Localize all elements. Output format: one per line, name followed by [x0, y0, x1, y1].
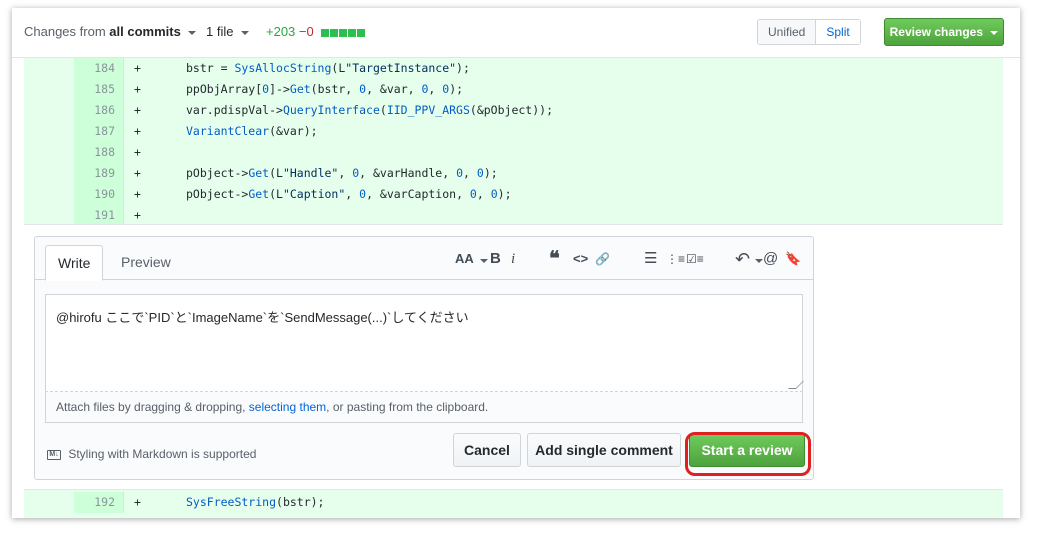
- diff-sign: +: [134, 166, 141, 180]
- diff-line: 191 +: [24, 205, 1003, 226]
- changes-from-dropdown[interactable]: Changes from all commits: [24, 24, 197, 39]
- header-icon[interactable]: AA: [455, 249, 474, 269]
- tab-preview[interactable]: Preview: [109, 245, 183, 281]
- diff-line: 190 + pObject->Get(L"Caption", 0, &varCa…: [24, 184, 1003, 205]
- code-icon[interactable]: <>: [573, 249, 588, 269]
- line-number[interactable]: 185: [74, 79, 124, 100]
- bold-icon[interactable]: B: [490, 249, 501, 269]
- bookmark-icon[interactable]: 🔖: [785, 249, 801, 269]
- code-line: bstr = SysAllocString(L"TargetInstance")…: [186, 61, 470, 75]
- diff-sign: +: [134, 82, 141, 96]
- unified-view-button[interactable]: Unified: [758, 20, 817, 44]
- files-count: 1 file: [206, 24, 234, 39]
- attach-text-suffix: , or pasting from the clipboard.: [326, 400, 489, 414]
- diff-line: 188 +: [24, 142, 1003, 163]
- markdown-note-label: Styling with Markdown is supported: [68, 447, 257, 461]
- select-files-link[interactable]: selecting them: [249, 400, 326, 414]
- markdown-note[interactable]: M↓ Styling with Markdown is supported: [47, 447, 256, 461]
- mention-icon[interactable]: @: [763, 249, 778, 269]
- diff-hunk-bottom: 192 + SysFreeString(bstr);: [24, 490, 1003, 518]
- line-number[interactable]: 191: [74, 205, 124, 226]
- diff-toolbar: Changes from all commits 1 file +203 −0 …: [12, 8, 1020, 58]
- resize-handle-icon[interactable]: [788, 381, 804, 389]
- inline-comment-row: Write Preview AA B i ❝ <> 🔗 ☰ ⋮≡ ☑≡ ↶ @ …: [24, 224, 1003, 490]
- code-line: pObject->Get(L"Caption", 0, &varCaption,…: [186, 187, 512, 201]
- diff-line: 186 + var.pdispVal->QueryInterface(IID_P…: [24, 100, 1003, 121]
- annotation-highlight: [685, 432, 811, 476]
- line-number[interactable]: 189: [74, 163, 124, 184]
- files-dropdown[interactable]: 1 file: [206, 24, 250, 39]
- review-changes-button[interactable]: Review changes: [884, 18, 1004, 46]
- additions-count: +203: [266, 24, 296, 39]
- chevron-down-icon: [480, 259, 488, 264]
- italic-icon[interactable]: i: [511, 249, 515, 269]
- line-number[interactable]: 192: [74, 492, 124, 513]
- markdown-icon: M↓: [47, 449, 61, 460]
- link-icon[interactable]: 🔗: [595, 249, 610, 269]
- diffstat: +203 −0: [266, 24, 366, 40]
- changes-from-label: Changes from: [24, 24, 106, 39]
- task-list-icon[interactable]: ☑≡: [686, 249, 704, 269]
- diff-line: 187 + VariantClear(&var);: [24, 121, 1003, 142]
- comment-textarea[interactable]: @hirofu ここで`PID`と`ImageName`を`SendMessag…: [45, 294, 804, 392]
- unordered-list-icon[interactable]: ☰: [644, 249, 657, 269]
- line-number[interactable]: 184: [74, 58, 124, 79]
- attach-text: Attach files by dragging & dropping,: [56, 400, 249, 414]
- tab-write[interactable]: Write: [45, 245, 104, 281]
- line-number[interactable]: 186: [74, 100, 124, 121]
- diff-sign: +: [134, 187, 141, 201]
- quote-icon[interactable]: ❝: [549, 249, 560, 269]
- add-single-comment-button[interactable]: Add single comment: [527, 433, 681, 467]
- chevron-down-icon: [241, 30, 250, 35]
- review-frame: Changes from all commits 1 file +203 −0 …: [12, 8, 1020, 518]
- code-line: VariantClear(&var);: [186, 124, 318, 138]
- diff-sign: +: [134, 103, 141, 117]
- code-line: ppObjArray[0]->Get(bstr, 0, &var, 0, 0);: [186, 82, 464, 96]
- changes-from-value: all commits: [109, 24, 181, 39]
- reply-icon[interactable]: ↶: [735, 249, 750, 269]
- chevron-down-icon: [990, 30, 999, 35]
- code-line: SysFreeString(bstr);: [186, 495, 325, 509]
- line-number[interactable]: 190: [74, 184, 124, 205]
- diff-line: 189 + pObject->Get(L"Handle", 0, &varHan…: [24, 163, 1003, 184]
- chevron-down-icon: [188, 30, 197, 35]
- code-line: pObject->Get(L"Handle", 0, &varHandle, 0…: [186, 166, 498, 180]
- diff-line: 185 + ppObjArray[0]->Get(bstr, 0, &var, …: [24, 79, 1003, 100]
- cancel-button[interactable]: Cancel: [453, 433, 521, 467]
- deletions-count: −0: [298, 24, 314, 39]
- diffstat-blocks: [321, 25, 366, 40]
- comment-tabs: Write Preview AA B i ❝ <> 🔗 ☰ ⋮≡ ☑≡ ↶ @ …: [35, 237, 813, 281]
- line-number[interactable]: 188: [74, 142, 124, 163]
- comment-text: @hirofu ここで`PID`と`ImageName`を`SendMessag…: [56, 310, 469, 325]
- diff-line: 192 + SysFreeString(bstr);: [24, 492, 1003, 513]
- code-line: var.pdispVal->QueryInterface(IID_PPV_ARG…: [186, 103, 553, 117]
- view-toggle: Unified Split: [757, 19, 861, 45]
- diff-sign: +: [134, 495, 141, 509]
- diff-sign: +: [134, 145, 141, 159]
- ordered-list-icon[interactable]: ⋮≡: [666, 249, 685, 269]
- attach-files-bar[interactable]: Attach files by dragging & dropping, sel…: [45, 392, 803, 423]
- review-changes-label: Review changes: [889, 25, 984, 39]
- diff-hunk-top: 184 + bstr = SysAllocString(L"TargetInst…: [24, 58, 1003, 226]
- diff-sign: +: [134, 61, 141, 75]
- chevron-down-icon: [755, 259, 763, 264]
- line-number[interactable]: 187: [74, 121, 124, 142]
- diff-line: 184 + bstr = SysAllocString(L"TargetInst…: [24, 58, 1003, 79]
- diff-sign: +: [134, 124, 141, 138]
- diff-sign: +: [134, 208, 141, 222]
- split-view-button[interactable]: Split: [816, 20, 860, 44]
